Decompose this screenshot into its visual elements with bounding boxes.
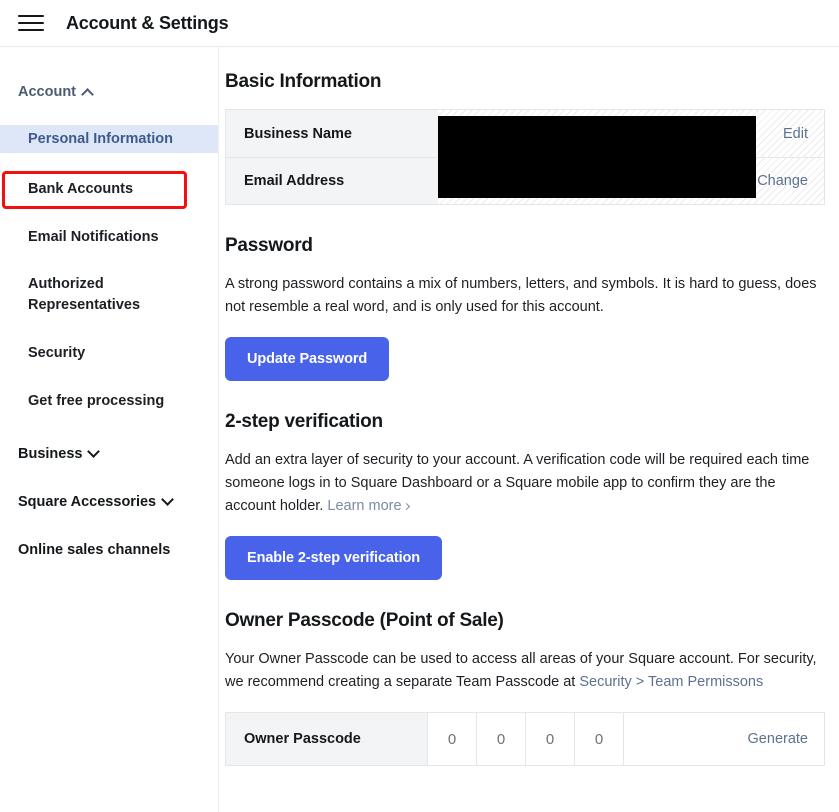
sidebar-item-bank-accounts[interactable]: Bank Accounts [0,175,218,203]
row-label-business-name: Business Name [226,110,438,157]
team-permissions-link[interactable]: Security > Team Permissons [579,674,763,690]
owner-passcode-digit-1[interactable]: 0 [427,713,476,765]
sidebar-item-label: Get free processing [28,393,165,409]
sidebar-item-label: Security [28,345,86,361]
hamburger-bar [18,29,44,31]
sidebar-group-label: Account [18,84,76,100]
chevron-down-icon [161,492,174,506]
hamburger-bar [18,15,44,17]
update-password-button[interactable]: Update Password [225,337,390,381]
sidebar-item-personal-information[interactable]: Personal Information [0,125,218,153]
section-title-two-step-verification: 2-step verification [225,411,383,432]
owner-passcode-table: Owner Passcode 0 0 0 0 Generate [225,712,825,766]
hamburger-menu-icon[interactable] [18,13,44,33]
owner-passcode-description: Your Owner Passcode can be used to acces… [225,648,823,694]
two-step-description: Add an extra layer of security to your a… [225,449,823,518]
two-step-description-text: Add an extra layer of security to your a… [225,452,810,514]
basic-information-table: Business Name Edit Email Address Change [225,109,825,205]
sidebar-item-label: Email Notifications [28,229,159,245]
sidebar-item-get-free-processing[interactable]: Get free processing [0,387,218,415]
sidebar-group-account[interactable]: Account [0,79,218,105]
chevron-down-icon [87,444,101,458]
sidebar-item-label: Bank Accounts [28,181,134,197]
generate-passcode-button[interactable]: Generate [623,713,824,765]
section-title-password: Password [225,235,313,256]
sidebar-group-square-accessories[interactable]: Square Accessories [0,489,218,515]
sidebar-item-label: Authorized Representatives [28,276,141,313]
section-title-owner-passcode: Owner Passcode (Point of Sale) [225,610,504,631]
sidebar: Account Personal Information Bank Accoun… [0,47,219,812]
app-header: Account & Settings [0,0,839,47]
owner-passcode-digit-3[interactable]: 0 [525,713,574,765]
sidebar-item-security[interactable]: Security [0,339,218,367]
sidebar-group-label: Business [18,446,83,462]
password-description: A strong password contains a mix of numb… [225,276,817,315]
owner-passcode-row-label: Owner Passcode [226,713,427,765]
main-content: Basic Information Business Name Edit Ema… [219,47,839,812]
page-title: Account & Settings [66,12,229,33]
owner-passcode-digit-4[interactable]: 0 [574,713,623,765]
enable-two-step-verification-button[interactable]: Enable 2-step verification [225,536,443,580]
sidebar-group-label: Online sales channels [18,542,171,558]
sidebar-group-business[interactable]: Business [0,441,218,467]
page-body: Account Personal Information Bank Accoun… [0,47,839,812]
chevron-up-icon [81,87,94,101]
sidebar-item-email-notifications[interactable]: Email Notifications [0,223,218,251]
sidebar-group-label: Square Accessories [18,494,157,510]
section-title-basic-information: Basic Information [225,71,382,92]
sidebar-item-authorized-representatives[interactable]: Authorized Representatives [0,271,150,319]
sidebar-item-label: Personal Information [28,131,174,147]
sidebar-group-online-sales-channels[interactable]: Online sales channels [0,537,218,563]
owner-passcode-digit-2[interactable]: 0 [476,713,525,765]
hamburger-bar [18,22,44,24]
redaction-overlay [438,116,756,198]
learn-more-link[interactable]: Learn more [327,498,401,514]
row-label-email-address: Email Address [226,158,438,204]
chevron-right-icon [402,502,410,511]
